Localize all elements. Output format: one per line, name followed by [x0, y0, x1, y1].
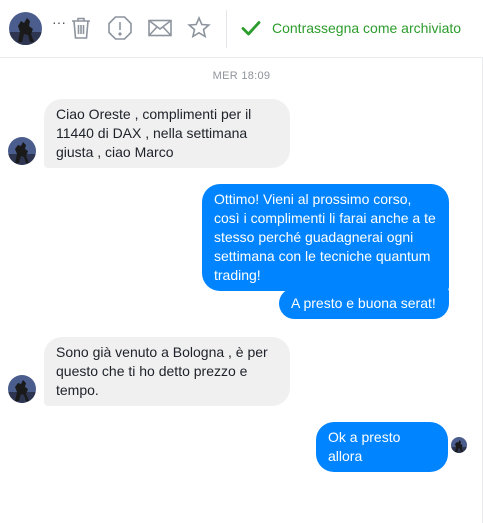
mark-archived-button[interactable]: Contrassegna come archiviato [238, 14, 461, 42]
outgoing-message[interactable]: Ottimo! Vieni al prossimo corso, così i … [202, 184, 449, 291]
checkmark-icon [241, 21, 261, 36]
conversation-toolbar: ··· Contrassegna come archiviato [0, 0, 483, 57]
outgoing-message[interactable]: Ok a presto allora [316, 422, 448, 472]
message-timestamp: MER 18:09 [212, 70, 271, 82]
report-icon[interactable] [106, 14, 134, 42]
more-options-icon[interactable]: ··· [52, 14, 66, 30]
outgoing-message[interactable]: A presto e buona serat! [279, 288, 449, 319]
mark-archived-label: Contrassegna come archiviato [272, 20, 462, 36]
toolbar-divider [226, 10, 227, 48]
star-icon[interactable] [185, 14, 213, 42]
incoming-message[interactable]: Sono già venuto a Bologna , è per questo… [44, 337, 290, 406]
contact-avatar-small[interactable] [8, 137, 36, 165]
contact-avatar[interactable] [9, 12, 42, 45]
trash-icon[interactable] [67, 14, 95, 42]
mail-icon[interactable] [146, 14, 174, 42]
incoming-message[interactable]: Ciao Oreste , complimenti per il 11440 d… [44, 99, 290, 168]
contact-avatar-small[interactable] [8, 375, 36, 403]
header-divider [0, 57, 483, 58]
read-receipt-avatar [451, 437, 467, 453]
